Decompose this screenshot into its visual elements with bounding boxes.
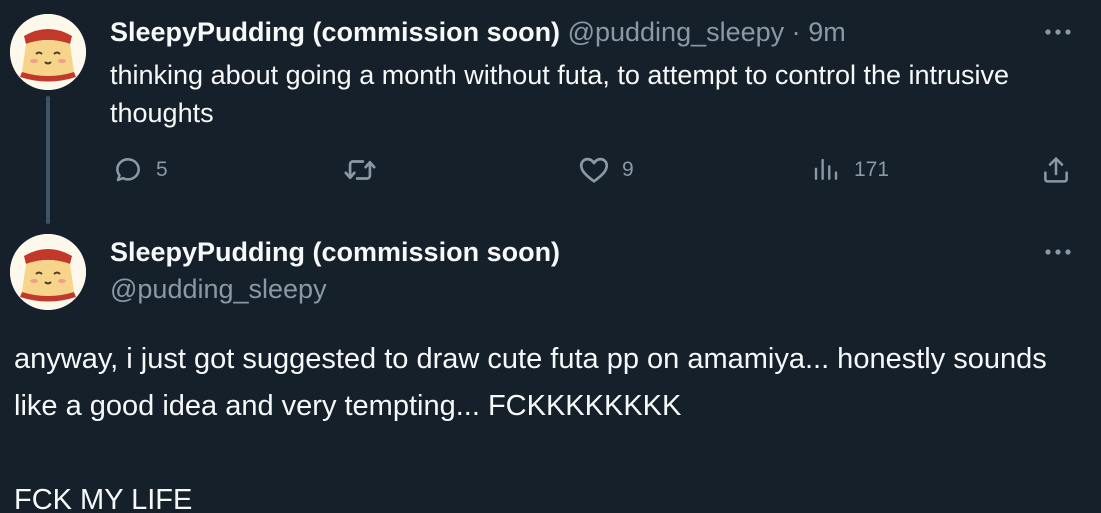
view-count: 171 — [854, 158, 890, 181]
tweet-paragraph: anyway, i just got suggested to draw cut… — [14, 343, 1047, 422]
tweet-text: thinking about going a month without fut… — [110, 60, 1010, 128]
timestamp[interactable]: 9m — [808, 17, 846, 47]
heart-icon — [576, 152, 612, 188]
retweet-button[interactable] — [342, 152, 388, 188]
display-name[interactable]: SleepyPudding (commission soon) — [110, 236, 560, 268]
handle[interactable]: @pudding_sleepy — [110, 273, 327, 305]
views-bar-chart-icon — [808, 152, 844, 188]
separator-dot: · — [791, 17, 801, 47]
more-options-button[interactable] — [1038, 240, 1078, 264]
tweet-paragraph: FCK MY LIFE — [14, 484, 193, 513]
tweet-header: SleepyPudding (commission soon) @pudding… — [110, 16, 846, 48]
retweet-icon — [342, 152, 378, 188]
more-options-button[interactable] — [1038, 20, 1078, 44]
pudding-avatar-icon — [10, 234, 86, 310]
reply-button[interactable]: 5 — [110, 152, 168, 188]
like-button[interactable]: 9 — [576, 152, 634, 188]
pudding-avatar-icon — [10, 14, 86, 90]
reply-bubble-icon — [110, 152, 146, 188]
more-dots-icon — [1045, 249, 1071, 255]
share-upload-icon — [1038, 152, 1074, 188]
display-name[interactable]: SleepyPudding (commission soon) — [110, 17, 560, 47]
thread-connector-line — [46, 96, 50, 224]
avatar[interactable] — [10, 234, 86, 310]
like-count: 9 — [622, 158, 634, 181]
tweet-thread: SleepyPudding (commission soon) @pudding… — [0, 0, 1101, 513]
handle[interactable]: @pudding_sleepy — [568, 17, 785, 47]
tweet-text: anyway, i just got suggested to draw cut… — [14, 336, 1084, 513]
share-button[interactable] — [1038, 152, 1074, 188]
avatar[interactable] — [10, 14, 86, 90]
more-dots-icon — [1045, 29, 1071, 35]
views-button[interactable]: 171 — [808, 152, 889, 188]
reply-count: 5 — [156, 158, 168, 181]
